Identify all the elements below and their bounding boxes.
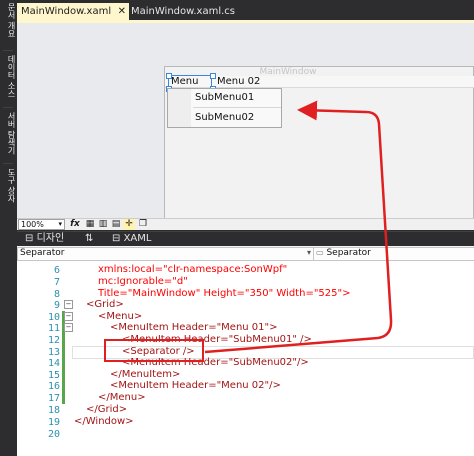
dropdown-value: Separator [20, 248, 65, 258]
layout-icon[interactable]: ▥ [97, 219, 109, 230]
snap-grid-icon[interactable]: ▤ [110, 219, 122, 230]
code-text: Title="MainWindow" Height="350" Width="5… [98, 288, 351, 299]
xaml-label: XAML [123, 233, 152, 244]
line-number: 15 [47, 370, 60, 381]
line-number: 19 [47, 417, 60, 428]
code-text: </MenuItem> [110, 369, 181, 380]
line-number: 16 [47, 381, 60, 392]
resize-handle[interactable] [166, 73, 172, 79]
fx-icon[interactable]: fx [69, 219, 81, 230]
line-number: 13 [47, 347, 60, 358]
line-number: 14 [47, 358, 60, 369]
annotation-highlight-box [104, 339, 204, 362]
line-number: 17 [47, 393, 60, 404]
zoom-dropdown[interactable]: 100% ▾ [18, 219, 65, 230]
tab-label: MainWindow.xaml [21, 6, 112, 17]
document-tab-strip: MainWindow.xaml ✕ MainWindow.xaml.cs [17, 0, 474, 20]
code-line[interactable]: </MenuItem> [110, 369, 180, 380]
divider [3, 107, 13, 108]
dropdown-value: Separator [326, 248, 371, 258]
fold-toggle[interactable]: − [64, 312, 73, 321]
code-line[interactable]: Title="MainWindow" Height="350" Width="5… [98, 288, 351, 299]
code-text: </Grid> [86, 404, 128, 415]
xaml-view-button[interactable]: ⊟ XAML [112, 232, 151, 245]
code-line[interactable]: <MenuItem Header="Menu 01"> [110, 322, 278, 333]
zoom-value: 100% [21, 220, 44, 229]
design-icon: ⊟ [25, 233, 34, 244]
code-line[interactable]: <Grid> [86, 299, 124, 310]
menu-item-menu-02[interactable]: Menu 02 [217, 76, 260, 88]
side-tool-strip: 문서 개요 데이터 소스 서버 탐색기 도구 상자 [0, 0, 17, 456]
divider [3, 50, 13, 51]
code-text: <MenuItem Header="Menu 02"/> [110, 380, 281, 391]
line-number: 18 [47, 405, 60, 416]
tab-mainwindow-xaml-cs[interactable]: MainWindow.xaml.cs [127, 3, 235, 20]
code-line[interactable]: <MenuItem Header="Menu 02"/> [110, 380, 281, 391]
tab-mainwindow-xaml[interactable]: MainWindow.xaml ✕ [17, 3, 129, 20]
sidebar-item-server-explorer[interactable]: 서버 탐색기 [2, 112, 16, 155]
line-number: 11 [47, 323, 60, 334]
code-line[interactable]: mc:Ignorable="d" [98, 276, 188, 287]
xaml-icon: ⊟ [112, 233, 121, 244]
code-line[interactable]: </Grid> [86, 404, 127, 415]
submenu-item-02[interactable]: SubMenu02 [195, 112, 254, 123]
swap-panes-icon[interactable]: ⇅ [85, 232, 93, 245]
code-text: mc:Ignorable="d" [98, 276, 188, 287]
sidebar-item-toolbox[interactable]: 도구 상자 [2, 168, 16, 203]
code-text: <MenuItem Header="Menu 01"> [110, 322, 278, 333]
code-text: <Menu> [98, 311, 143, 322]
menu-item-menu-01[interactable]: Menu 01 [168, 75, 212, 99]
sidebar-item-document-outline[interactable]: 문서 개요 [2, 3, 16, 38]
code-line[interactable]: xmlns:local="clr-namespace:SonWpf" [98, 264, 287, 275]
code-text: <Grid> [86, 299, 124, 310]
element-dropdown-left[interactable]: Separator ▾ [17, 247, 314, 261]
code-line[interactable]: </Menu> [98, 392, 146, 403]
code-line[interactable]: </Window> [74, 416, 134, 427]
code-line[interactable]: <Menu> [98, 311, 142, 322]
code-text: </Menu> [98, 392, 146, 403]
design-view-button[interactable]: ⊟ 디자인 [25, 232, 64, 245]
design-label: 디자인 [36, 233, 65, 244]
fold-toggle[interactable]: − [64, 300, 73, 309]
line-number: 9 [53, 300, 60, 311]
fold-toggle[interactable]: − [64, 323, 73, 332]
snap-lines-icon[interactable]: ✛ [123, 219, 135, 230]
code-text: </Window> [74, 416, 134, 427]
chevron-down-icon: ▾ [306, 248, 311, 257]
resize-handle[interactable] [210, 73, 216, 79]
chevron-down-icon: ▾ [58, 220, 62, 228]
element-icon: ▭ [316, 248, 324, 257]
submenu-separator [193, 107, 281, 108]
submenu-icon-column [168, 89, 191, 127]
line-number: 12 [47, 335, 60, 346]
close-icon[interactable]: ✕ [118, 3, 126, 20]
line-number: 10 [47, 312, 60, 323]
element-dropdown-right[interactable]: ▭ Separator [313, 247, 474, 261]
tab-label: MainWindow.xaml.cs [131, 6, 236, 17]
line-number: 20 [47, 429, 60, 440]
code-text: xmlns:local="clr-namespace:SonWpf" [98, 264, 288, 275]
line-number: 8 [53, 289, 60, 300]
line-number: 7 [53, 277, 60, 288]
line-number: 6 [53, 265, 60, 276]
divider [3, 163, 13, 164]
page-icon[interactable]: ❐ [137, 219, 149, 230]
grid-icon[interactable]: ▦ [84, 219, 96, 230]
submenu-item-01[interactable]: SubMenu01 [195, 92, 254, 103]
sidebar-item-data-sources[interactable]: 데이터 소스 [2, 55, 16, 98]
